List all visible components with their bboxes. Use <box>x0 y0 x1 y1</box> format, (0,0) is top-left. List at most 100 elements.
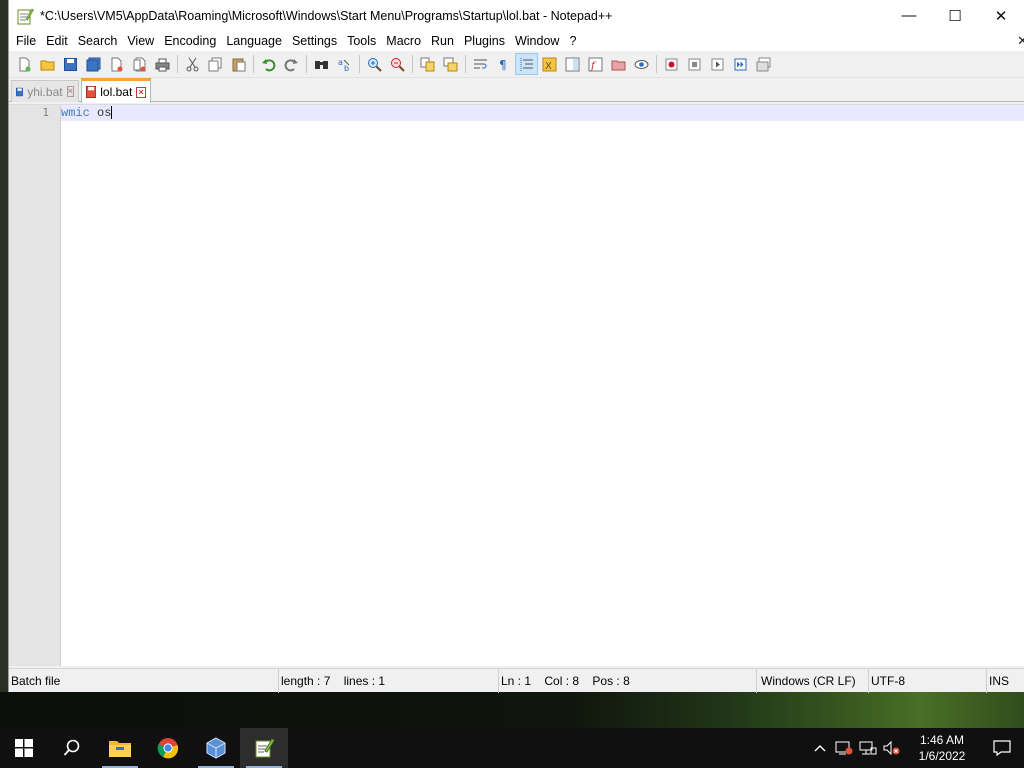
zoom-in-button[interactable] <box>363 53 386 75</box>
folder-as-workspace-button[interactable] <box>607 53 630 75</box>
security-warning-icon <box>835 741 853 755</box>
line-number: 1 <box>42 106 49 119</box>
save-button[interactable] <box>59 53 82 75</box>
unsaved-file-icon <box>86 86 97 98</box>
undo-button[interactable] <box>257 53 280 75</box>
close-button[interactable] <box>105 53 128 75</box>
save-all-button[interactable] <box>82 53 105 75</box>
window-title: *C:\Users\VM5\AppData\Roaming\Microsoft\… <box>40 8 613 23</box>
editor-area[interactable]: 1 wmic os <box>9 104 1024 666</box>
stop-macro-button[interactable] <box>683 53 706 75</box>
menu-run[interactable]: Run <box>426 31 459 51</box>
stop-macro-icon <box>688 58 701 70</box>
code-text: os <box>89 106 112 120</box>
status-length: length : 7 <box>281 674 331 688</box>
zoom-out-button[interactable] <box>386 53 409 75</box>
tray-network[interactable] <box>856 728 880 768</box>
show-all-characters-button[interactable]: ¶ <box>492 53 515 75</box>
status-mode[interactable]: INS <box>987 669 1023 693</box>
close-window-button[interactable]: ✕ <box>978 0 1024 31</box>
menu-macro[interactable]: Macro <box>381 31 426 51</box>
sync-horizontal-icon <box>443 57 458 71</box>
current-line-highlight <box>61 105 1024 121</box>
paste-button[interactable] <box>227 53 250 75</box>
menu-file[interactable]: File <box>11 31 41 51</box>
taskbar-file-explorer[interactable] <box>96 728 144 768</box>
close-icon <box>111 57 123 71</box>
tray-volume[interactable] <box>880 728 904 768</box>
svg-text:a: a <box>338 58 343 67</box>
menu-tools[interactable]: Tools <box>342 31 381 51</box>
menu-plugins[interactable]: Plugins <box>459 31 510 51</box>
indent-guide-button[interactable] <box>515 53 538 75</box>
tab-lol-bat[interactable]: lol.bat × <box>81 78 151 103</box>
status-eol[interactable]: Windows (CR LF) <box>759 669 869 693</box>
taskbar-chrome[interactable] <box>144 728 192 768</box>
status-ln: Ln : 1 <box>501 674 532 688</box>
menu-language[interactable]: Language <box>221 31 287 51</box>
menu-edit[interactable]: Edit <box>41 31 73 51</box>
search-button[interactable] <box>48 728 96 768</box>
virtualbox-icon <box>206 737 226 759</box>
tray-security[interactable] <box>832 728 856 768</box>
search-icon <box>63 739 80 756</box>
play-macro-icon <box>711 58 724 70</box>
cut-icon <box>186 57 199 71</box>
save-macro-button[interactable] <box>752 53 775 75</box>
notepadpp-app-icon <box>16 7 34 25</box>
minimize-button[interactable]: — <box>886 0 932 31</box>
close-all-button[interactable] <box>128 53 151 75</box>
menu-encoding[interactable]: Encoding <box>159 31 221 51</box>
user-language-button[interactable]: X <box>538 53 561 75</box>
toolbar-separator <box>177 55 178 73</box>
menu-search[interactable]: Search <box>73 31 123 51</box>
run-macro-multiple-button[interactable] <box>729 53 752 75</box>
tab-yhi-bat[interactable]: yhi.bat × <box>11 80 79 102</box>
maximize-button[interactable]: ☐ <box>932 0 978 31</box>
taskbar-virtualbox[interactable] <box>192 728 240 768</box>
find-button[interactable] <box>310 53 333 75</box>
record-macro-button[interactable] <box>660 53 683 75</box>
sync-vertical-button[interactable] <box>416 53 439 75</box>
word-wrap-button[interactable] <box>469 53 492 75</box>
redo-button[interactable] <box>280 53 303 75</box>
new-file-button[interactable] <box>13 53 36 75</box>
system-clock[interactable]: 1:46 AM 1/6/2022 <box>904 732 980 764</box>
close-all-icon <box>133 57 146 71</box>
replace-button[interactable]: ab <box>333 53 356 75</box>
close-document-icon[interactable]: ✕ <box>1017 31 1024 51</box>
menu-help[interactable]: ? <box>564 31 581 51</box>
close-tab-icon[interactable]: × <box>136 86 146 98</box>
status-encoding[interactable]: UTF-8 <box>869 669 987 693</box>
menu-view[interactable]: View <box>122 31 159 51</box>
undo-icon <box>262 58 276 71</box>
toolbar-separator <box>465 55 466 73</box>
document-map-button[interactable] <box>561 53 584 75</box>
function-list-button[interactable]: f <box>584 53 607 75</box>
show-hidden-icons-button[interactable] <box>808 728 832 768</box>
sync-horizontal-button[interactable] <box>439 53 462 75</box>
copy-button[interactable] <box>204 53 227 75</box>
text-caret <box>111 106 113 120</box>
play-macro-button[interactable] <box>706 53 729 75</box>
menu-settings[interactable]: Settings <box>287 31 342 51</box>
volume-muted-icon <box>883 740 900 756</box>
taskbar-notepadpp[interactable] <box>240 728 288 768</box>
save-all-icon <box>86 57 101 71</box>
toolbar-separator <box>656 55 657 73</box>
desktop-background <box>0 692 1024 728</box>
indent-guide-icon <box>520 57 533 71</box>
action-center-button[interactable] <box>980 728 1024 768</box>
cut-button[interactable] <box>181 53 204 75</box>
title-bar[interactable]: *C:\Users\VM5\AppData\Roaming\Microsoft\… <box>9 0 1024 31</box>
close-tab-icon[interactable]: × <box>66 86 74 97</box>
status-length-lines: length : 7 lines : 1 <box>279 669 499 693</box>
monitoring-button[interactable] <box>630 53 653 75</box>
start-button[interactable] <box>0 728 48 768</box>
code-line[interactable]: wmic os <box>61 106 113 120</box>
notepadpp-icon <box>255 738 275 758</box>
toolbar-separator <box>412 55 413 73</box>
open-file-button[interactable] <box>36 53 59 75</box>
menu-window[interactable]: Window <box>510 31 564 51</box>
print-button[interactable] <box>151 53 174 75</box>
